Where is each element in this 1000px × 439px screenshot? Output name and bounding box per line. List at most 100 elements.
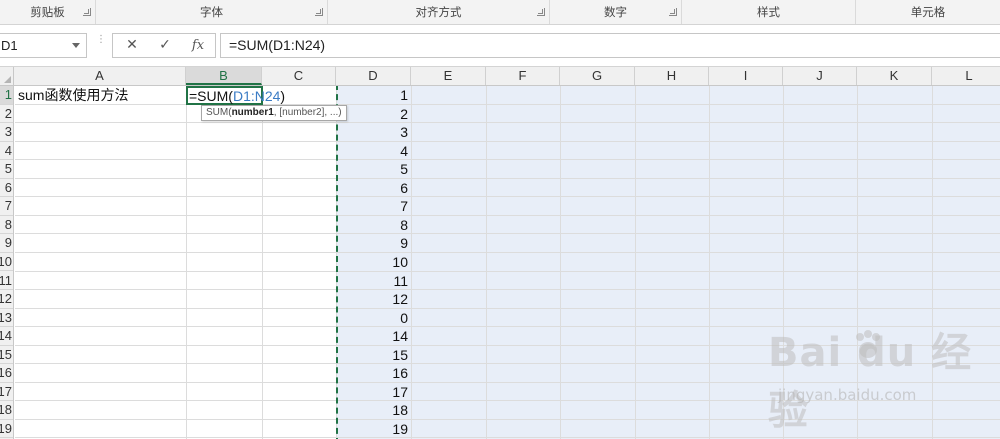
- cell-A1[interactable]: sum函数使用方法: [18, 86, 128, 104]
- dialog-launcher-icon[interactable]: [83, 8, 91, 16]
- column-header-b[interactable]: B: [186, 67, 262, 85]
- cell-D17[interactable]: 17: [336, 383, 411, 401]
- ribbon-group-label: 对齐方式: [415, 5, 462, 19]
- cell-D16[interactable]: 16: [336, 364, 411, 382]
- ribbon-group-label: 剪贴板: [30, 5, 65, 19]
- column-headers: ABCDEFGHIJKL: [0, 67, 1000, 86]
- row-header-18[interactable]: 18: [0, 401, 13, 420]
- gridline-horizontal: [15, 196, 1000, 198]
- column-header-i[interactable]: I: [709, 67, 783, 85]
- gridline-vertical: [857, 86, 858, 439]
- cell-D18[interactable]: 18: [336, 401, 411, 419]
- row-header-16[interactable]: 16: [0, 364, 13, 383]
- gridline-horizontal: [15, 400, 1000, 402]
- tooltip-fn: SUM(: [206, 107, 232, 118]
- formula-buttons: ✕ ✓ fx: [112, 33, 216, 58]
- row-header-11[interactable]: 11: [0, 272, 13, 290]
- gridline-horizontal: [15, 381, 1000, 383]
- cell-D6[interactable]: 6: [336, 179, 411, 197]
- gridline-horizontal: [15, 418, 1000, 420]
- name-box[interactable]: D1: [0, 33, 87, 58]
- tooltip-arg-current: number1: [231, 107, 274, 118]
- row-header-12[interactable]: 12: [0, 290, 13, 309]
- row-header-6[interactable]: 6: [0, 179, 13, 198]
- gridline-horizontal: [15, 344, 1000, 346]
- cancel-icon[interactable]: ✕: [115, 34, 149, 57]
- cell-D8[interactable]: 8: [336, 216, 411, 234]
- dialog-launcher-icon[interactable]: [537, 8, 545, 16]
- column-header-e[interactable]: E: [411, 67, 486, 85]
- column-header-j[interactable]: J: [783, 67, 857, 85]
- column-header-d[interactable]: D: [336, 67, 411, 85]
- cell-D7[interactable]: 7: [336, 197, 411, 215]
- gridline-vertical: [411, 86, 412, 439]
- cell-area[interactable]: sum函数使用方法 1 2 3 4 5 6 7 8 9 10 11 12 0 14 15 16 17 18 19 =…: [15, 86, 1000, 439]
- column-header-c[interactable]: C: [262, 67, 336, 85]
- gridline-vertical: [486, 86, 487, 439]
- cell-D11[interactable]: 11: [336, 272, 411, 290]
- cell-D15[interactable]: 15: [336, 346, 411, 364]
- function-tooltip[interactable]: SUM(number1, [number2], ...): [201, 105, 347, 121]
- row-header-7[interactable]: 7: [0, 197, 13, 216]
- row-headers: 12345678910111213141516171819: [0, 86, 14, 439]
- referenced-range-highlight: [337, 86, 1000, 439]
- chevron-down-icon[interactable]: [72, 43, 80, 48]
- cell-D4[interactable]: 4: [336, 142, 411, 160]
- cell-D1[interactable]: 1: [336, 86, 411, 104]
- ribbon-group-label: 字体: [200, 5, 223, 19]
- ribbon-group-labels: 剪贴板 字体 对齐方式 数字 样式 单元格: [0, 0, 1000, 25]
- column-header-g[interactable]: G: [560, 67, 635, 85]
- cell-D2[interactable]: 2: [336, 105, 411, 123]
- ribbon-group-label: 样式: [757, 5, 780, 19]
- row-header-1[interactable]: 1: [0, 86, 13, 105]
- column-header-f[interactable]: F: [486, 67, 560, 85]
- active-cell-B1[interactable]: =SUM(D1:N24): [186, 86, 285, 105]
- cell-D5[interactable]: 5: [336, 160, 411, 178]
- row-header-5[interactable]: 5: [0, 160, 13, 179]
- name-box-value: D1: [1, 38, 18, 53]
- cell-D19[interactable]: 19: [336, 420, 411, 438]
- row-header-9[interactable]: 9: [0, 234, 13, 253]
- dialog-launcher-icon[interactable]: [669, 8, 677, 16]
- ribbon-group-label: 数字: [604, 5, 627, 19]
- grip-dots-icon[interactable]: ⋮: [96, 35, 106, 52]
- ribbon-group-cells: 单元格: [856, 0, 1000, 24]
- row-header-19[interactable]: 19: [0, 420, 13, 439]
- gridline-horizontal: [15, 159, 1000, 161]
- formula-suffix: ): [280, 88, 286, 104]
- gridline-horizontal: [15, 177, 1000, 179]
- column-header-l[interactable]: L: [932, 67, 1000, 85]
- cell-D14[interactable]: 14: [336, 327, 411, 345]
- insert-function-button[interactable]: fx: [181, 34, 215, 57]
- row-header-3[interactable]: 3: [0, 123, 13, 142]
- dialog-launcher-icon[interactable]: [315, 8, 323, 16]
- row-header-14[interactable]: 14: [0, 327, 13, 346]
- gridline-horizontal: [15, 140, 1000, 142]
- column-header-a[interactable]: A: [14, 67, 186, 85]
- gridline-vertical: [262, 86, 263, 439]
- gridline-horizontal: [15, 103, 1000, 105]
- gridline-horizontal: [15, 307, 1000, 309]
- row-header-13[interactable]: 13: [0, 309, 13, 328]
- row-header-8[interactable]: 8: [0, 216, 13, 235]
- gridline-horizontal: [15, 289, 1000, 291]
- row-header-2[interactable]: 2: [0, 105, 13, 124]
- ribbon-group-font: 字体: [96, 0, 328, 24]
- row-header-10[interactable]: 10: [0, 253, 13, 272]
- gridline-horizontal: [15, 270, 1000, 272]
- formula-bar: D1 ⋮ ✕ ✓ fx =SUM(D1:N24): [0, 25, 1000, 67]
- row-header-4[interactable]: 4: [0, 142, 13, 161]
- check-icon[interactable]: ✓: [148, 34, 182, 57]
- cell-D12[interactable]: 12: [336, 290, 411, 308]
- cell-D10[interactable]: 10: [336, 253, 411, 271]
- cell-D13[interactable]: 0: [336, 309, 411, 327]
- ribbon-group-alignment: 对齐方式: [328, 0, 550, 24]
- cell-D9[interactable]: 9: [336, 234, 411, 252]
- column-header-h[interactable]: H: [635, 67, 709, 85]
- select-all-button[interactable]: [0, 67, 14, 85]
- row-header-17[interactable]: 17: [0, 383, 13, 402]
- cell-D3[interactable]: 3: [336, 123, 411, 141]
- row-header-15[interactable]: 15: [0, 346, 13, 365]
- column-header-k[interactable]: K: [857, 67, 932, 85]
- formula-input[interactable]: =SUM(D1:N24): [220, 33, 1000, 58]
